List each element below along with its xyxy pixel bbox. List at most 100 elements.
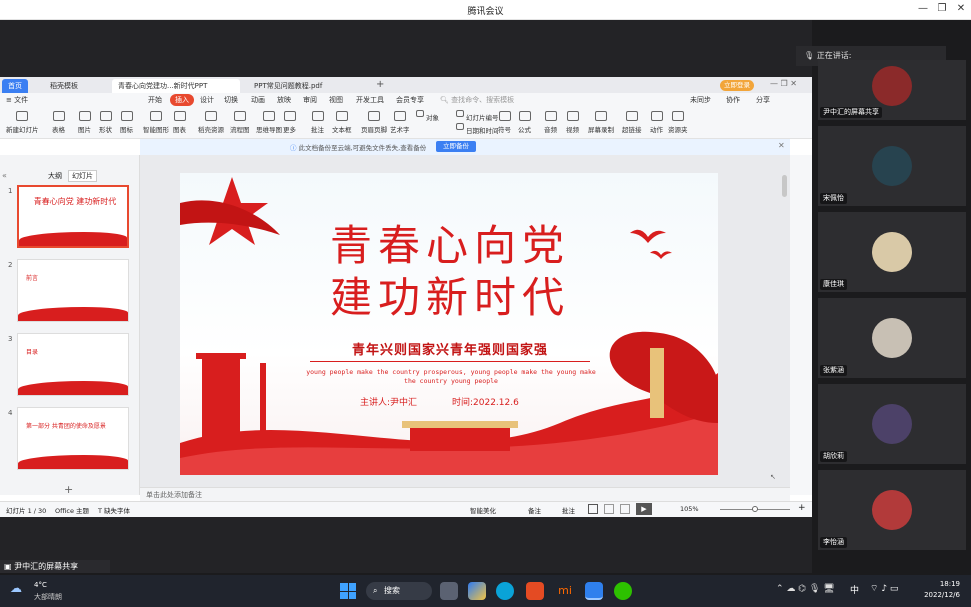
search-input[interactable]: 🔍︎ 查找命令、搜索模板 (440, 95, 514, 105)
close-icon[interactable]: ✕ (954, 3, 968, 14)
tool-24[interactable]: 动作 (650, 111, 663, 134)
tool-19[interactable]: 公式 (518, 111, 531, 134)
clock-time[interactable]: 18:19 (930, 580, 960, 588)
menu-insert[interactable]: 插入 (170, 94, 194, 106)
tool-17[interactable]: 日期和时间 (456, 123, 499, 135)
panel-tab-slides[interactable]: 幻灯片 (68, 170, 97, 182)
participant-tile[interactable]: 张紫涵 (818, 298, 966, 378)
clock-date[interactable]: 2022/12/6 (918, 591, 960, 599)
taskview-icon[interactable] (440, 582, 458, 600)
tool-1[interactable]: 表格 (52, 111, 65, 134)
menu-transition[interactable]: 切换 (224, 95, 238, 105)
tool-9[interactable]: 思维导图 (256, 111, 282, 134)
tool-icon (416, 110, 424, 117)
participant-tile[interactable]: 尹中汇的屏幕共享 (818, 60, 966, 120)
sorter-view-icon[interactable] (604, 504, 614, 514)
tool-13[interactable]: 页眉页脚 (361, 111, 387, 134)
tool-6[interactable]: 图表 (173, 111, 186, 134)
close-notice-icon[interactable]: ✕ (778, 141, 785, 150)
missing-font[interactable]: T 缺失字体 (98, 505, 130, 515)
wechat-icon[interactable] (614, 582, 632, 600)
participant-tile[interactable]: 宋佩怡 (818, 126, 966, 206)
menu-devtools[interactable]: 开发工具 (356, 95, 384, 105)
menu-animation[interactable]: 动画 (251, 95, 265, 105)
thumb-wave (18, 307, 128, 321)
tencent-meeting-icon[interactable] (585, 582, 603, 600)
share-button[interactable]: 分享 (756, 95, 770, 105)
normal-view-icon[interactable] (588, 504, 598, 514)
slide-thumbnail[interactable]: 青春心向党 建功新时代 (17, 185, 129, 248)
edge-icon[interactable] (496, 582, 514, 600)
tool-20[interactable]: 音频 (544, 111, 557, 134)
notes-pane[interactable]: 单击此处添加备注 (140, 487, 790, 501)
start-icon[interactable] (340, 583, 356, 599)
slide-canvas[interactable]: 青春心向党 建功新时代 青年兴则国家兴青年强则国家强 young people … (180, 173, 718, 475)
add-slide-icon[interactable]: + (64, 483, 73, 496)
new-tab-icon[interactable]: + (376, 79, 384, 90)
screen-share-label[interactable]: ▣ 尹中汇的屏幕共享 (0, 560, 110, 573)
office-icon[interactable] (526, 582, 544, 600)
copilot-icon[interactable] (468, 582, 486, 600)
tool-10[interactable]: 更多 (283, 111, 296, 134)
panel-tab-outline[interactable]: 大纲 (48, 171, 62, 181)
tab-home[interactable]: 首页 (2, 79, 28, 93)
tool-8[interactable]: 流程图 (230, 111, 250, 134)
menu-design[interactable]: 设计 (200, 95, 214, 105)
sync-status[interactable]: 未同步 (690, 95, 711, 105)
menu-view[interactable]: 视图 (329, 95, 343, 105)
restore-icon[interactable]: ❐ (935, 3, 949, 14)
collapse-panel-icon[interactable]: « (2, 171, 7, 180)
tray-icons[interactable]: ⌃ ☁ ⌬ 🎙︎ 🖥︎ (776, 584, 835, 594)
slide-english: young people make the country prosperous… (306, 368, 596, 385)
weather-temp[interactable]: 4°C (34, 581, 47, 589)
tool-4[interactable]: 图标 (120, 111, 133, 134)
tool-12[interactable]: 文本框 (332, 111, 352, 134)
tool-23[interactable]: 超链接 (622, 111, 642, 134)
tool-18[interactable]: 符号 (498, 111, 511, 134)
zoom-in-icon[interactable]: + (798, 503, 806, 513)
notes-button[interactable]: 备注 (528, 505, 541, 515)
beautify-button[interactable]: 智能美化 (470, 505, 496, 515)
weather-desc[interactable]: 大部晴朗 (34, 592, 62, 602)
tool-14[interactable]: 艺术字 (390, 111, 410, 134)
comment-button[interactable]: 批注 (562, 505, 575, 515)
participant-tile[interactable]: 李怡涵 (818, 470, 966, 550)
tool-7[interactable]: 稻壳资源 (198, 111, 224, 134)
tab-ppt[interactable]: 青春心向党建功...新时代PPT (112, 79, 240, 93)
tool-22[interactable]: 屏幕录制 (588, 111, 614, 134)
tool-25[interactable]: 资源夹 (668, 111, 688, 134)
zoom-slider-handle[interactable] (752, 506, 758, 512)
tool-15[interactable]: 对象 (416, 110, 439, 122)
participant-tile[interactable]: 康佳琪 (818, 212, 966, 292)
menu-file[interactable]: ≡ 文件 (6, 95, 28, 105)
login-button[interactable]: 立即登录 (720, 80, 754, 91)
tool-16[interactable]: 幻灯片编号 (456, 110, 499, 122)
reading-view-icon[interactable] (620, 504, 630, 514)
collab-button[interactable]: 协作 (726, 95, 740, 105)
menu-member[interactable]: 会员专享 (396, 95, 424, 105)
slide-thumbnail[interactable]: 目录 (17, 333, 129, 396)
taskbar-search[interactable]: ⌕ 搜索 (366, 582, 432, 600)
backup-button[interactable]: 立即备份 (436, 141, 476, 152)
tool-21[interactable]: 视频 (566, 111, 579, 134)
mi-icon[interactable]: mi (556, 582, 574, 600)
menu-review[interactable]: 审阅 (303, 95, 317, 105)
tool-3[interactable]: 形状 (99, 111, 112, 134)
menu-slideshow[interactable]: 放映 (277, 95, 291, 105)
window-controls-icon[interactable]: — ❐ ✕ (770, 79, 797, 88)
vertical-scrollbar[interactable] (782, 175, 787, 197)
tool-11[interactable]: 批注 (311, 111, 324, 134)
tool-5[interactable]: 智能图形 (143, 111, 169, 134)
play-icon[interactable]: ▶ (636, 503, 652, 515)
tool-0[interactable]: 新建幻灯片 (6, 111, 39, 134)
menu-start[interactable]: 开始 (148, 95, 162, 105)
participant-tile[interactable]: 胡欣莉 (818, 384, 966, 464)
tab-docer[interactable]: 稻壳模板 (44, 79, 84, 93)
network-volume-icon[interactable]: ⌔ ♪ ▭ (870, 583, 898, 594)
ime-indicator[interactable]: 中 (850, 583, 859, 596)
tool-2[interactable]: 图片 (78, 111, 91, 134)
slide-thumbnail[interactable]: 第一部分 共青团的使命及愿景 (17, 407, 129, 470)
minimize-icon[interactable]: — (916, 3, 930, 14)
tab-pdf[interactable]: PPT常见问题教程.pdf (248, 79, 354, 93)
slide-thumbnail[interactable]: 前言 (17, 259, 129, 322)
